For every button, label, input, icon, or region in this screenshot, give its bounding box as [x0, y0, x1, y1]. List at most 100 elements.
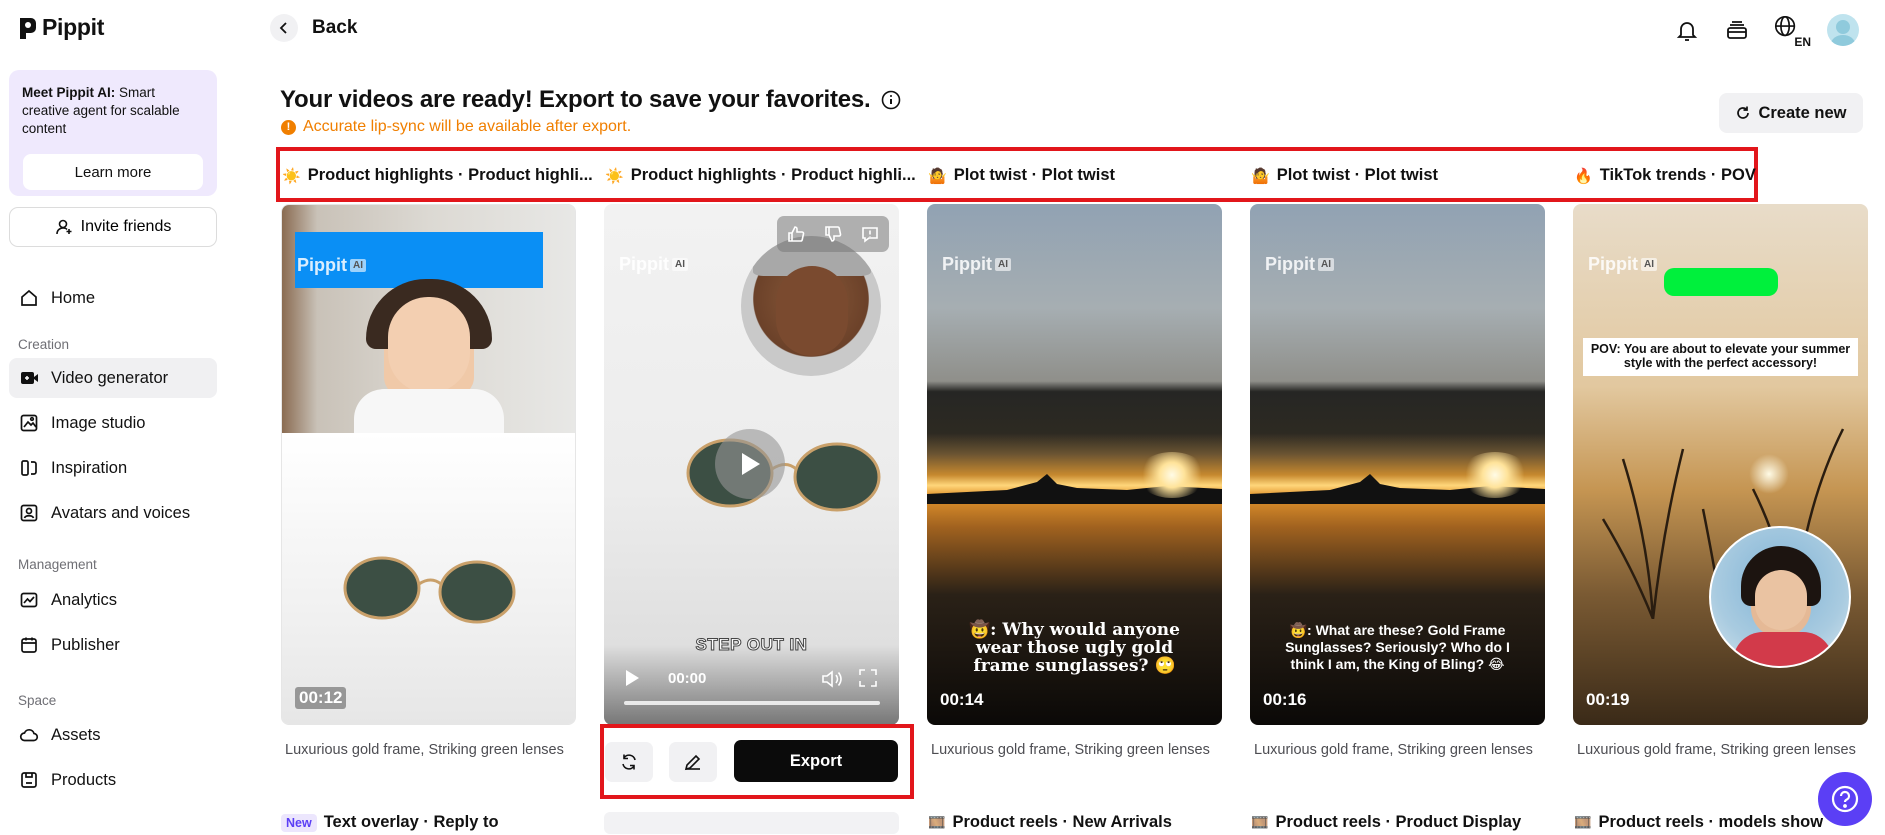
card-caption-1: Luxurious gold frame, Striking green len… [285, 742, 564, 758]
sidebar-item-inspiration[interactable]: Inspiration [9, 448, 217, 488]
row2-item-5[interactable]: 🎞️ Product reels · models show [1574, 813, 1823, 832]
video-card-5[interactable]: Pippit AI POV: You are about to elevate y… [1573, 204, 1868, 725]
card-caption-3: Luxurious gold frame, Striking green len… [931, 742, 1210, 758]
tab-label: Product highlights · Product highli... [630, 166, 916, 184]
avatar[interactable] [1827, 14, 1859, 46]
tab-plot-twist-1[interactable]: 🤷 Plot twist · Plot twist [928, 166, 1115, 185]
row2-item-4[interactable]: 🎞️ Product reels · Product Display [1251, 813, 1521, 832]
fullscreen-icon[interactable] [858, 668, 878, 688]
regenerate-button[interactable] [605, 742, 653, 782]
film-icon: 🎞️ [928, 814, 946, 830]
play-control-icon[interactable] [624, 669, 640, 687]
info-icon[interactable] [881, 90, 901, 110]
row2-label: Text overlay · Reply to [323, 813, 499, 831]
watermark: Pippit AI [297, 255, 366, 276]
sidebar-item-label: Products [51, 770, 117, 789]
video-generator-icon [21, 372, 38, 384]
chevron-left-icon [270, 14, 298, 42]
video-card-1[interactable]: Pippit AI 00:12 [281, 204, 576, 725]
report-icon[interactable] [860, 224, 880, 244]
learn-more-button[interactable]: Learn more [23, 154, 203, 190]
pencil-icon [684, 754, 701, 771]
row2-label: Product reels · New Arrivals [952, 813, 1172, 831]
sidebar-item-label: Avatars and voices [51, 503, 191, 522]
sun-glow [1137, 452, 1207, 498]
sidebar-item-label: Image studio [51, 413, 146, 432]
pippit-logo-icon [20, 17, 36, 39]
presenter-bubble [741, 236, 881, 376]
volume-icon[interactable] [821, 669, 843, 689]
play-button[interactable] [715, 429, 785, 499]
presenter-bubble [1709, 526, 1851, 668]
sidebar-item-avatars-voices[interactable]: Avatars and voices [9, 493, 217, 533]
green-banner [1664, 268, 1778, 296]
watermark: Pippit AI [1265, 254, 1334, 275]
row2-item-1[interactable]: New Text overlay · Reply to [281, 813, 499, 832]
header-actions: EN [1673, 14, 1859, 48]
sidebar: Pippit Meet Pippit AI: Smart creative ag… [0, 0, 228, 835]
tab-label: Plot twist · Plot twist [953, 166, 1116, 184]
video-caption-overlay: 🤠: What are these? Gold Frame Sunglasses… [1285, 622, 1510, 672]
sidebar-item-home[interactable]: Home [9, 278, 217, 318]
invite-friends-label: Invite friends [80, 218, 172, 235]
player-time: 00:00 [668, 670, 707, 687]
thumbs-down-icon[interactable] [823, 224, 843, 244]
cloud-icon [19, 728, 39, 742]
home-icon [21, 289, 37, 306]
back-button[interactable]: Back [270, 14, 357, 42]
language-selector[interactable]: EN [1773, 14, 1811, 48]
card-caption-4: Luxurious gold frame, Striking green len… [1254, 742, 1533, 758]
add-user-icon [55, 219, 72, 235]
video-card-4[interactable]: Pippit AI 🤠: What are these? Gold Frame S… [1250, 204, 1545, 725]
products-icon [21, 772, 37, 788]
watermark: Pippit AI [942, 254, 1011, 275]
video-card-2[interactable]: PippitAI STEP OUT IN 00:00 [604, 204, 899, 725]
create-new-button[interactable]: Create new [1719, 93, 1863, 133]
app-name: Pippit [42, 14, 105, 40]
progress-bar[interactable] [624, 701, 880, 705]
bell-icon[interactable] [1673, 16, 1701, 44]
section-creation: Creation [18, 337, 70, 352]
export-button[interactable]: Export [734, 740, 898, 782]
inspiration-icon [21, 460, 37, 476]
tab-plot-twist-2[interactable]: 🤷 Plot twist · Plot twist [1251, 166, 1438, 185]
sidebar-item-products[interactable]: Products [9, 760, 217, 800]
sun-glow [1460, 452, 1530, 498]
sidebar-item-assets[interactable]: Assets [9, 715, 217, 755]
headline: Your videos are ready! Export to save yo… [280, 86, 901, 114]
row2-label: Product reels · Product Display [1275, 813, 1522, 831]
sidebar-item-image-studio[interactable]: Image studio [9, 403, 217, 443]
tab-product-highlights-2[interactable]: ☀️ Product highlights · Product highli..… [605, 166, 916, 185]
question-mark-icon [1831, 785, 1859, 813]
help-button[interactable] [1818, 772, 1872, 826]
sidebar-item-video-generator[interactable]: Video generator [9, 358, 217, 398]
sidebar-item-publisher[interactable]: Publisher [9, 625, 217, 665]
tab-product-highlights-1[interactable]: ☀️ Product highlights · Product highli..… [282, 166, 593, 185]
promo-card: Meet Pippit AI: Smart creative agent for… [9, 70, 217, 196]
sunglasses-image [343, 556, 516, 624]
edit-button[interactable] [669, 742, 717, 782]
tab-tiktok-trends[interactable]: 🔥 TikTok trends · POV [1574, 166, 1756, 185]
pov-text-box: POV: You are about to elevate your summe… [1583, 338, 1858, 376]
thumbs-up-icon[interactable] [786, 224, 806, 244]
section-space: Space [18, 693, 57, 708]
sidebar-item-label: Inspiration [51, 458, 128, 477]
sidebar-item-label: Video generator [51, 368, 169, 387]
section-management: Management [18, 557, 97, 572]
presenter-skin [388, 297, 470, 393]
pippit-logo[interactable]: Pippit [18, 14, 104, 41]
page-title: Your videos are ready! Export to save yo… [280, 86, 871, 113]
warning-icon: ! [281, 119, 296, 135]
sidebar-item-analytics[interactable]: Analytics [9, 580, 217, 620]
stack-icon[interactable] [1723, 16, 1751, 44]
watermark: Pippit AI [1588, 254, 1657, 275]
sun-icon: ☀️ [605, 167, 624, 185]
row2-item-3[interactable]: 🎞️ Product reels · New Arrivals [928, 813, 1172, 832]
shrug-icon: 🤷 [1251, 167, 1270, 185]
promo-text: Meet Pippit AI: Smart creative agent for… [22, 84, 204, 138]
video-card-3[interactable]: Pippit AI 🤠: Why would anyone wear those … [927, 204, 1222, 725]
invite-friends-button[interactable]: Invite friends [9, 207, 217, 247]
video-duration: 00:14 [940, 690, 984, 709]
film-icon: 🎞️ [1251, 814, 1269, 830]
avatar-icon [20, 504, 38, 522]
